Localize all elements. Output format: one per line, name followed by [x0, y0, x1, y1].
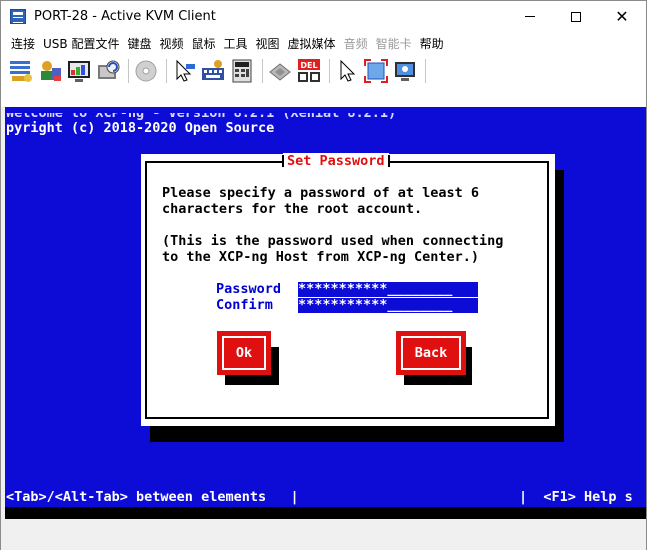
back-button-label: Back [414, 345, 448, 361]
toolbar-gap [1, 88, 646, 107]
confirm-label: Confirm [216, 297, 273, 313]
dialog-text-line-2: characters for the root account. [162, 201, 423, 217]
console-copyright-line: pyright (c) 2018-2020 Open Source [6, 120, 275, 136]
dialog-text-line-3: (This is the password used when connecti… [162, 233, 504, 249]
menu-audio: 音频 [343, 36, 368, 51]
console-bottom-bar [5, 507, 646, 519]
ctrl-alt-del-icon[interactable]: DEL [296, 58, 322, 84]
toolbar-separator [166, 59, 167, 83]
dialog-frame: Set Password Please specify a password o… [145, 153, 549, 419]
toolbar: DEL [1, 54, 646, 88]
menu-keyboard[interactable]: 键盘 [123, 35, 155, 52]
close-icon: ✕ [615, 7, 629, 26]
password-field[interactable]: ***********________ [298, 282, 478, 297]
svg-text:DEL: DEL [300, 61, 317, 70]
menu-connection[interactable]: 连接 [7, 35, 39, 52]
menu-tools[interactable]: 工具 [220, 35, 252, 52]
menu-usb-profile[interactable]: USB 配置文件 [39, 35, 123, 52]
video-settings-icon[interactable] [66, 58, 92, 84]
ok-button-label: Ok [235, 345, 253, 361]
menu-bar: 连接 USB 配置文件 键盘 视频 鼠标 工具 视图 虚拟媒体 音频 智能卡 帮… [1, 32, 646, 54]
maximize-icon [571, 11, 581, 22]
menu-view[interactable]: 视图 [252, 35, 284, 52]
back-button[interactable]: Back [396, 331, 466, 375]
kvm-client-window: PORT-28 - Active KVM Client ✕ 连接 USB 配置文… [0, 0, 647, 550]
menu-help[interactable]: 帮助 [416, 35, 448, 52]
dialog-text-line-4: to the XCP-ng Host from XCP-ng Center.) [162, 249, 479, 265]
app-icon [10, 9, 26, 24]
toolbar-separator [128, 59, 129, 83]
toolbar-separator [329, 59, 330, 83]
toolbar-separator [425, 59, 426, 83]
password-label: Password [216, 281, 282, 297]
refresh-video-icon[interactable] [95, 58, 121, 84]
maximize-button[interactable] [553, 1, 599, 32]
title-bar[interactable]: PORT-28 - Active KVM Client ✕ [1, 1, 646, 32]
status-line-right: | <F1> Help s [519, 489, 633, 505]
status-line-left: <Tab>/<Alt-Tab> between elements | [6, 489, 299, 505]
menu-mouse[interactable]: 鼠标 [188, 35, 220, 52]
dialog-text-line-1: Please specify a password of at least 6 [162, 185, 479, 201]
confirm-field[interactable]: ***********________ [298, 298, 478, 313]
mouse-pointer-icon[interactable] [171, 58, 197, 84]
menu-smart-card: 智能卡 [375, 36, 412, 51]
minimize-icon [525, 16, 535, 17]
keyboard-icon[interactable] [200, 58, 226, 84]
fullscreen-icon[interactable] [363, 58, 389, 84]
menu-video[interactable]: 视频 [155, 35, 187, 52]
calculator-icon[interactable] [229, 58, 255, 84]
minimize-button[interactable] [507, 1, 553, 32]
user-session-icon[interactable] [37, 58, 63, 84]
virtual-media-icon[interactable] [267, 58, 293, 84]
console-banner-line: Welcome to XCP-ng - Version 8.2.1 (Xenia… [6, 107, 397, 121]
close-button[interactable]: ✕ [599, 1, 645, 32]
menu-virtual-media[interactable]: 虚拟媒体 [284, 35, 340, 52]
set-password-dialog: Set Password Please specify a password o… [141, 153, 555, 426]
connection-settings-icon[interactable] [8, 58, 34, 84]
disc-icon[interactable] [133, 58, 159, 84]
toolbar-separator [262, 59, 263, 83]
window-bottom-area [1, 519, 646, 550]
single-cursor-icon[interactable] [334, 58, 360, 84]
dialog-title: Set Password [282, 153, 390, 169]
remote-console[interactable]: Welcome to XCP-ng - Version 8.2.1 (Xenia… [5, 107, 646, 519]
screenshot-icon[interactable] [392, 58, 418, 84]
ok-button[interactable]: Ok [217, 331, 271, 375]
window-title: PORT-28 - Active KVM Client [34, 9, 216, 24]
